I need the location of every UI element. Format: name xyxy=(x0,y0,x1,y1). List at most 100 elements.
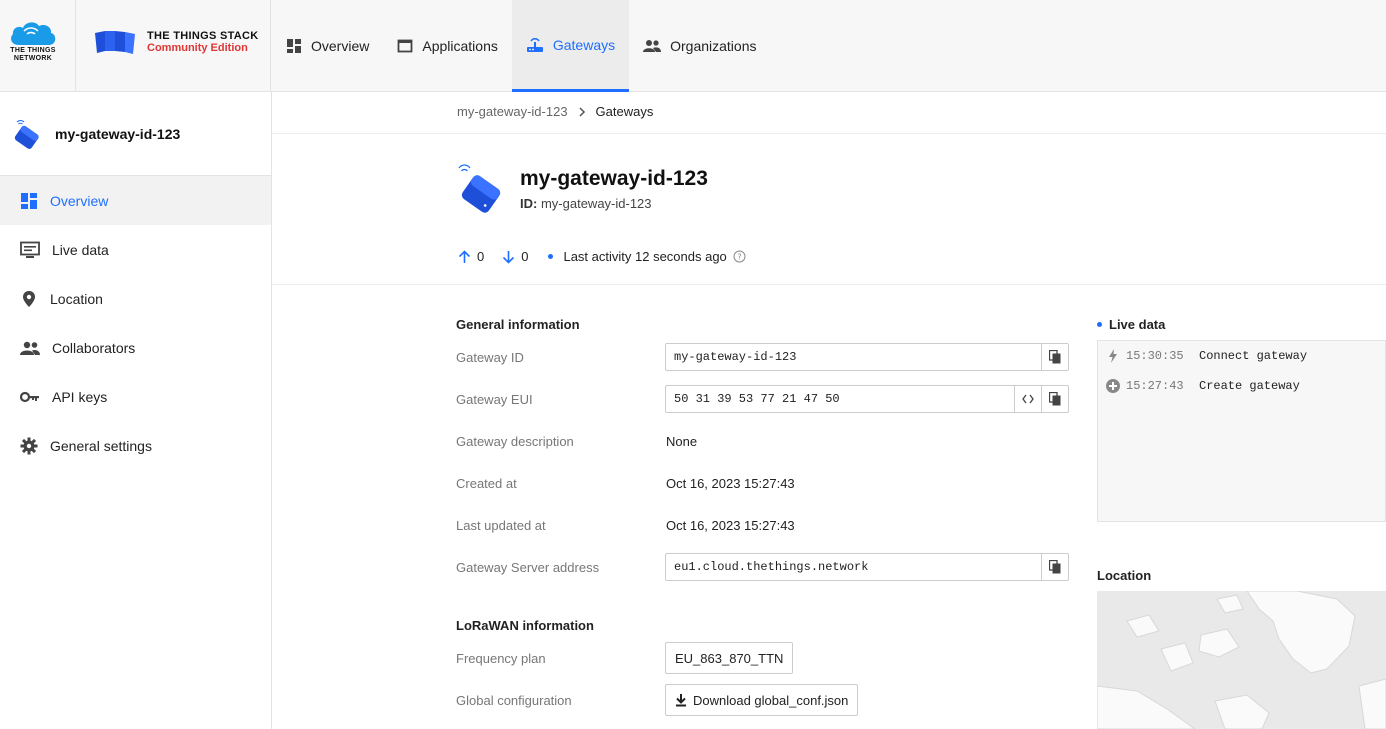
frequency-plan-text: EU_863_870_TTN xyxy=(675,650,784,666)
event-message: Connect gateway xyxy=(1199,349,1308,363)
gateway-header: my-gateway-id-123 ID: my-gateway-id-123 … xyxy=(272,134,1386,285)
ttn-wordmark: THE THINGS NETWORK xyxy=(10,47,56,62)
sidebar-item-label: General settings xyxy=(50,437,152,454)
created-at-value: Oct 16, 2023 15:27:43 xyxy=(666,476,795,491)
download-global-conf-button[interactable]: Download global_conf.json xyxy=(665,684,859,716)
breadcrumb: my-gateway-id-123 Gateways xyxy=(457,104,653,119)
page-title: my-gateway-id-123 xyxy=(520,167,708,190)
sidebar-item-general-settings[interactable]: General settings xyxy=(0,421,271,470)
gateway-description-label: Gateway description xyxy=(456,434,574,449)
breadcrumb-bar: my-gateway-id-123 Gateways xyxy=(272,92,1386,134)
sidebar-item-live-data[interactable]: Live data xyxy=(0,225,271,274)
nav-overview[interactable]: Overview xyxy=(272,0,383,92)
nav-organizations-label: Organizations xyxy=(670,38,757,54)
lorawan-information-title: LoRaWAN information xyxy=(456,618,594,633)
stack-title: THE THINGS STACK xyxy=(147,30,259,42)
sidebar-item-label: Collaborators xyxy=(52,339,136,356)
nav-organizations[interactable]: Organizations xyxy=(629,0,770,92)
live-data-title: Live data xyxy=(1109,317,1166,332)
server-address-field: eu1.cloud.thethings.network xyxy=(665,553,1069,581)
breadcrumb-current[interactable]: Gateways xyxy=(596,104,654,119)
server-address-label: Gateway Server address xyxy=(456,560,600,575)
sidebar-item-collaborators[interactable]: Collaborators xyxy=(0,323,271,372)
sidebar-gateway-name: my-gateway-id-123 xyxy=(55,125,181,142)
nav-overview-label: Overview xyxy=(311,38,370,54)
gear-icon xyxy=(20,437,38,454)
router-icon xyxy=(526,37,543,52)
activity-stats: 0 0 Last activity 12 seconds ago ? xyxy=(458,249,746,264)
location-map[interactable] xyxy=(1097,591,1386,729)
sidebar-item-overview[interactable]: Overview xyxy=(0,176,271,225)
sidebar-item-location[interactable]: Location xyxy=(0,274,271,323)
breadcrumb-gateway[interactable]: my-gateway-id-123 xyxy=(457,104,568,119)
download-icon xyxy=(676,694,686,707)
dashboard-icon xyxy=(21,192,37,209)
location-pin-icon xyxy=(23,290,35,307)
global-configuration-label: Global configuration xyxy=(456,693,572,708)
status-dot xyxy=(548,254,554,259)
sidebar-item-label: Location xyxy=(50,290,103,307)
last-updated-label: Last updated at xyxy=(456,518,546,533)
sidebar-item-label: API keys xyxy=(52,388,108,405)
help-icon[interactable]: ? xyxy=(733,250,746,263)
server-address-value[interactable]: eu1.cloud.thethings.network xyxy=(666,560,1041,574)
live-data-header[interactable]: Live data xyxy=(1097,317,1165,332)
copy-button[interactable] xyxy=(1041,386,1068,412)
sidebar-item-label: Live data xyxy=(52,241,109,258)
toggle-format-button[interactable] xyxy=(1014,386,1041,412)
key-icon xyxy=(20,391,39,402)
code-icon xyxy=(1022,394,1034,404)
gateway-icon xyxy=(14,119,39,149)
map-image xyxy=(1097,591,1386,729)
downlink-count: 0 xyxy=(521,249,529,264)
gateway-eui-field: 50 31 39 53 77 21 47 50 xyxy=(665,385,1069,413)
gateway-id-field: my-gateway-id-123 xyxy=(665,343,1069,371)
event-row[interactable]: 15:27:43 Create gateway xyxy=(1106,379,1300,393)
nav-gateways[interactable]: Gateways xyxy=(511,0,630,92)
stack-logo-icon xyxy=(95,31,135,54)
gateway-id-value[interactable]: my-gateway-id-123 xyxy=(666,350,1041,364)
arrow-down-icon xyxy=(503,250,515,264)
event-message: Create gateway xyxy=(1199,379,1300,393)
general-information-title: General information xyxy=(456,317,580,332)
window-icon xyxy=(397,39,413,53)
download-label: Download global_conf.json xyxy=(693,692,849,708)
nav-gateways-label: Gateways xyxy=(552,36,616,53)
arrow-up-icon xyxy=(458,249,471,263)
live-data-icon xyxy=(20,241,40,258)
gateway-id-label: Gateway ID xyxy=(456,350,524,365)
copy-icon xyxy=(1049,392,1061,406)
frequency-plan-value[interactable]: EU_863_870_TTN xyxy=(665,642,794,674)
uplink-count: 0 xyxy=(477,249,485,264)
copy-button[interactable] xyxy=(1041,554,1068,580)
last-updated-value: Oct 16, 2023 15:27:43 xyxy=(666,518,795,533)
id-label: ID: xyxy=(520,196,538,211)
live-indicator-dot xyxy=(1097,322,1102,327)
the-things-stack-logo[interactable]: THE THINGS STACK Community Edition xyxy=(77,0,271,92)
frequency-plan-label: Frequency plan xyxy=(456,651,546,666)
nav-applications[interactable]: Applications xyxy=(383,0,512,92)
people-icon xyxy=(20,341,40,355)
sidebar-header: my-gateway-id-123 xyxy=(0,92,271,176)
gateway-icon xyxy=(458,164,501,213)
event-time: 15:30:35 xyxy=(1126,349,1184,363)
dashboard-icon xyxy=(287,39,301,53)
event-row[interactable]: 15:30:35 Connect gateway xyxy=(1106,349,1307,363)
chevron-right-icon xyxy=(579,106,585,117)
main-nav: Overview Applications Gateways Organizat… xyxy=(272,0,771,92)
live-data-panel: 15:30:35 Connect gateway 15:27:43 Create… xyxy=(1097,340,1386,522)
event-time: 15:27:43 xyxy=(1126,379,1184,393)
copy-icon xyxy=(1049,350,1061,364)
last-activity: Last activity 12 seconds ago xyxy=(563,249,727,264)
copy-button[interactable] xyxy=(1041,344,1068,370)
gateway-eui-label: Gateway EUI xyxy=(456,392,533,407)
created-at-label: Created at xyxy=(456,476,517,491)
sidebar-item-api-keys[interactable]: API keys xyxy=(0,372,271,421)
ttn-logo[interactable]: THE THINGS NETWORK xyxy=(0,0,76,92)
gateway-description-value: None xyxy=(666,434,698,449)
gateway-id-line: ID: my-gateway-id-123 xyxy=(520,196,652,211)
gateway-eui-value[interactable]: 50 31 39 53 77 21 47 50 xyxy=(666,392,1014,406)
location-title: Location xyxy=(1097,568,1152,583)
cloud-icon xyxy=(11,22,56,45)
svg-text:?: ? xyxy=(737,253,741,262)
